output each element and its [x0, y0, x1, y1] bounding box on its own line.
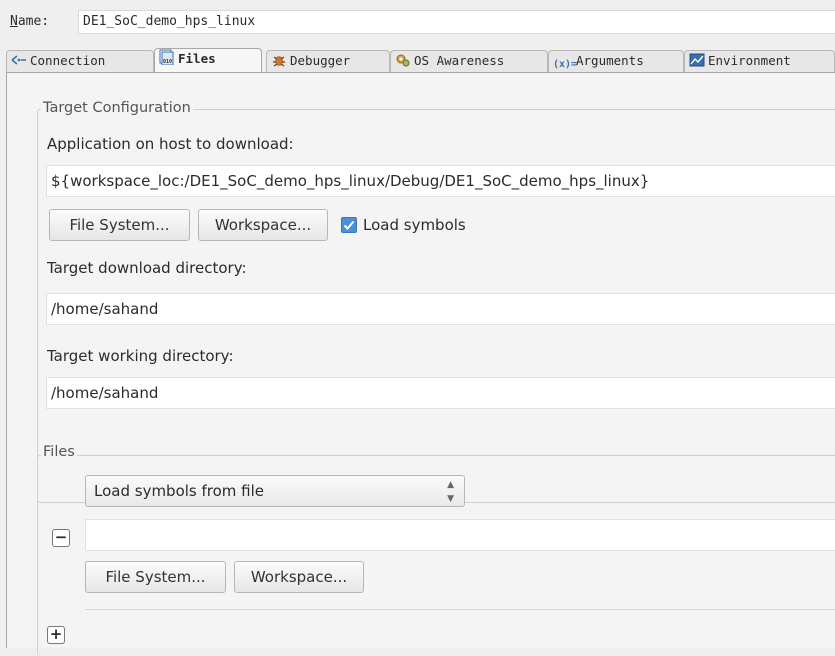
- tab-label: Connection: [30, 53, 106, 68]
- environment-icon: [689, 53, 705, 67]
- tab-label: Arguments: [576, 53, 644, 68]
- tab-arguments[interactable]: (x)=Arguments: [548, 50, 684, 72]
- load-symbols-label: Load symbols: [363, 216, 466, 234]
- tab-label: OS Awareness: [414, 53, 505, 68]
- connection-icon: [11, 55, 26, 65]
- remove-file-button[interactable]: −: [52, 529, 70, 547]
- svg-text:010: 010: [163, 59, 172, 65]
- tab-debugger[interactable]: Debugger: [266, 50, 390, 72]
- name-row: Name: DE1_SoC_demo_hps_linux: [0, 0, 835, 42]
- tab-connection[interactable]: Connection: [6, 50, 154, 72]
- tab-bar: Connection 010 Files Debugger OS Awarene…: [6, 48, 835, 74]
- files-icon: 010: [159, 49, 174, 65]
- files-divider: [85, 609, 835, 610]
- tab-files[interactable]: 010 Files: [154, 48, 262, 74]
- arguments-icon: (x)=: [553, 59, 578, 70]
- tab-environment[interactable]: Environment: [684, 50, 835, 72]
- checkmark-icon: [343, 220, 355, 230]
- files-file-system-button[interactable]: File System...: [85, 561, 226, 593]
- add-file-button[interactable]: +: [47, 626, 65, 644]
- file-path-field[interactable]: [85, 519, 835, 551]
- file-system-button[interactable]: File System...: [49, 209, 190, 241]
- target-configuration-legend: Target Configuration: [41, 100, 193, 116]
- files-tab-panel: Target Configuration Application on host…: [6, 72, 835, 656]
- workspace-button[interactable]: Workspace...: [198, 209, 328, 241]
- files-legend: Files: [41, 444, 77, 460]
- working-dir-field[interactable]: /home/sahand: [46, 377, 835, 409]
- combo-arrows-icon: ▲ ▼: [447, 480, 454, 504]
- gear-icon: [396, 54, 410, 67]
- app-host-label: Application on host to download:: [47, 135, 294, 153]
- files-workspace-button[interactable]: Workspace...: [234, 561, 364, 593]
- name-label: Name:: [10, 14, 50, 29]
- download-dir-label: Target download directory:: [47, 259, 247, 277]
- bug-icon: [273, 56, 285, 67]
- load-symbols-checkbox[interactable]: [341, 217, 357, 233]
- tab-os-awareness[interactable]: OS Awareness: [390, 50, 548, 72]
- name-input[interactable]: DE1_SoC_demo_hps_linux: [78, 10, 835, 34]
- tab-label: Files: [178, 51, 216, 66]
- app-host-field[interactable]: ${workspace_loc:/DE1_SoC_demo_hps_linux/…: [46, 165, 835, 197]
- files-type-combo[interactable]: Load symbols from file ▲ ▼: [85, 475, 465, 507]
- tab-label: Environment: [708, 53, 791, 68]
- files-type-combo-value: Load symbols from file: [94, 482, 265, 500]
- tab-label: Debugger: [290, 53, 351, 68]
- download-dir-field[interactable]: /home/sahand: [46, 293, 835, 325]
- working-dir-label: Target working directory:: [47, 347, 234, 365]
